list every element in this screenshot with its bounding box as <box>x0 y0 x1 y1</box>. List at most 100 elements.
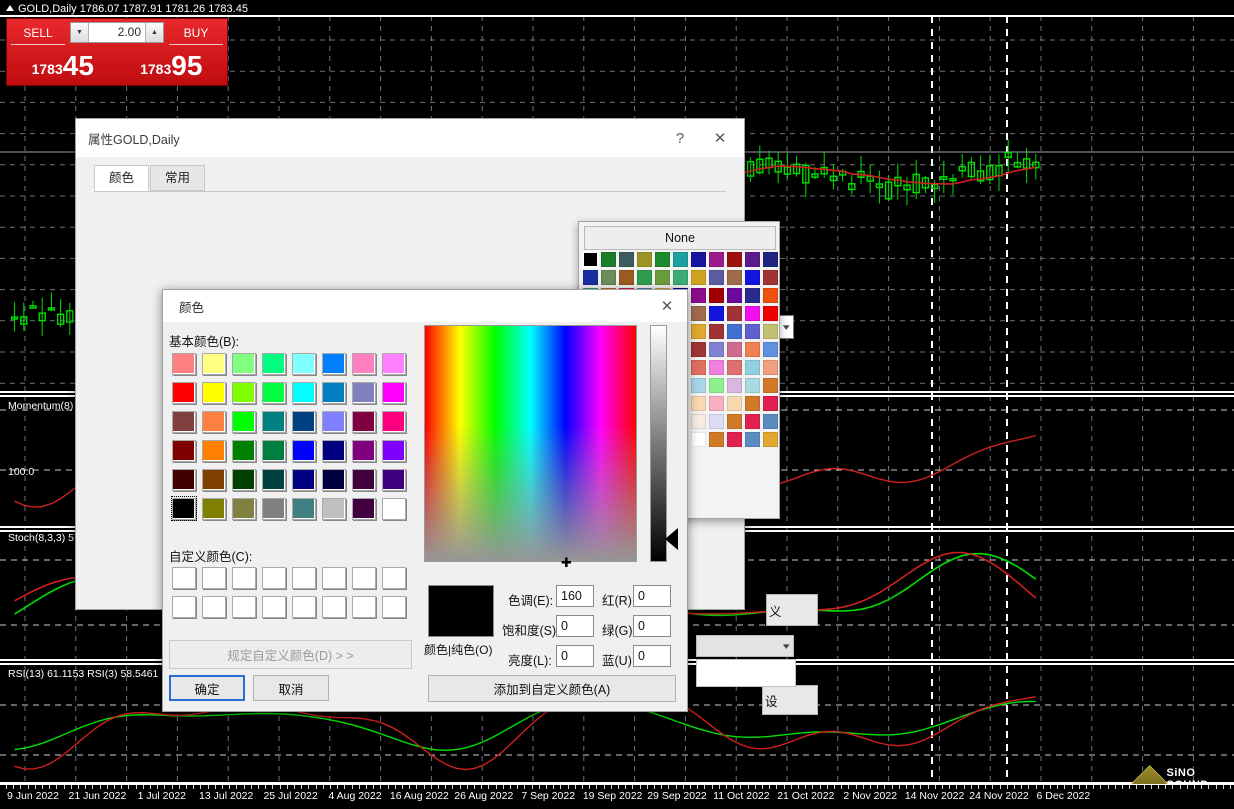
basic-color-swatch[interactable] <box>289 436 319 465</box>
palette-swatch[interactable] <box>745 288 760 303</box>
partial-field[interactable] <box>696 659 796 687</box>
palette-swatch[interactable] <box>745 252 760 267</box>
green-input[interactable]: 0 <box>633 615 671 637</box>
basic-color-swatch[interactable] <box>259 494 289 523</box>
palette-swatch[interactable] <box>637 252 652 267</box>
custom-color-swatch[interactable] <box>199 563 229 592</box>
basic-color-swatch[interactable] <box>259 378 289 407</box>
custom-color-swatch[interactable] <box>289 592 319 621</box>
volume-increase-icon[interactable]: ▲ <box>145 23 163 42</box>
palette-swatch[interactable] <box>727 378 742 393</box>
tab-colors[interactable]: 颜色 <box>94 165 150 191</box>
palette-swatch[interactable] <box>727 324 742 339</box>
palette-swatch[interactable] <box>709 396 724 411</box>
basic-color-swatch[interactable] <box>259 436 289 465</box>
basic-color-swatch[interactable] <box>169 494 199 523</box>
basic-color-swatch[interactable] <box>319 494 349 523</box>
palette-swatch[interactable] <box>745 414 760 429</box>
basic-color-swatch[interactable] <box>349 407 379 436</box>
basic-color-swatch[interactable] <box>319 465 349 494</box>
basic-color-swatch[interactable] <box>379 378 409 407</box>
palette-swatch[interactable] <box>727 252 742 267</box>
ok-button[interactable]: 确定 <box>169 675 245 701</box>
basic-color-swatch[interactable] <box>229 407 259 436</box>
basic-color-swatch[interactable] <box>199 465 229 494</box>
basic-color-swatch[interactable] <box>199 349 229 378</box>
sell-button[interactable]: SELL <box>11 22 65 45</box>
custom-color-swatch[interactable] <box>349 563 379 592</box>
palette-swatch[interactable] <box>583 270 598 285</box>
close-icon[interactable]: ✕ <box>647 291 687 321</box>
basic-color-swatch[interactable] <box>229 436 259 465</box>
basic-color-swatch[interactable] <box>379 465 409 494</box>
basic-color-swatch[interactable] <box>259 465 289 494</box>
custom-color-swatch[interactable] <box>259 592 289 621</box>
custom-color-swatch[interactable] <box>169 563 199 592</box>
palette-swatch[interactable] <box>601 270 616 285</box>
basic-color-swatch[interactable] <box>349 465 379 494</box>
palette-swatch[interactable] <box>601 252 616 267</box>
custom-colors-grid[interactable] <box>169 563 409 621</box>
buy-button[interactable]: BUY <box>169 22 223 45</box>
custom-color-swatch[interactable] <box>169 592 199 621</box>
buy-price[interactable]: 1783 95 <box>120 47 224 82</box>
basic-color-swatch[interactable] <box>169 378 199 407</box>
properties-titlebar[interactable]: 属性GOLD,Daily ? ✕ <box>76 119 744 157</box>
palette-swatch[interactable] <box>727 432 742 447</box>
basic-color-swatch[interactable] <box>199 494 229 523</box>
basic-color-swatch[interactable] <box>349 349 379 378</box>
palette-swatch[interactable] <box>763 414 778 429</box>
palette-swatch[interactable] <box>745 306 760 321</box>
palette-swatch[interactable] <box>727 270 742 285</box>
palette-swatch[interactable] <box>763 432 778 447</box>
palette-swatch[interactable] <box>709 306 724 321</box>
palette-swatch[interactable] <box>691 342 706 357</box>
palette-swatch[interactable] <box>691 252 706 267</box>
palette-swatch[interactable] <box>655 270 670 285</box>
red-input[interactable]: 0 <box>633 585 671 607</box>
palette-swatch[interactable] <box>691 414 706 429</box>
basic-color-swatch[interactable] <box>319 378 349 407</box>
palette-swatch[interactable] <box>691 378 706 393</box>
basic-color-swatch[interactable] <box>319 436 349 465</box>
volume-decrease-icon[interactable]: ▼ <box>71 23 89 42</box>
basic-color-swatch[interactable] <box>169 349 199 378</box>
basic-color-swatch[interactable] <box>289 465 319 494</box>
luminance-input[interactable]: 0 <box>556 645 594 667</box>
palette-none-button[interactable]: None <box>584 226 776 250</box>
custom-color-swatch[interactable] <box>229 592 259 621</box>
hue-input[interactable]: 160 <box>556 585 594 607</box>
custom-color-swatch[interactable] <box>259 563 289 592</box>
palette-swatch[interactable] <box>709 288 724 303</box>
volume-stepper[interactable]: ▼ 2.00 ▲ <box>70 22 164 43</box>
palette-swatch[interactable] <box>745 270 760 285</box>
basic-color-swatch[interactable] <box>169 436 199 465</box>
custom-color-swatch[interactable] <box>349 592 379 621</box>
basic-color-swatch[interactable] <box>229 465 259 494</box>
define-custom-colors-button[interactable]: 规定自定义颜色(D) > > <box>169 640 412 669</box>
palette-swatch[interactable] <box>763 270 778 285</box>
palette-swatch[interactable] <box>709 270 724 285</box>
basic-colors-grid[interactable] <box>169 349 409 523</box>
add-to-custom-colors-button[interactable]: 添加到自定义颜色(A) <box>428 675 676 702</box>
palette-swatch[interactable] <box>691 306 706 321</box>
custom-color-swatch[interactable] <box>229 563 259 592</box>
palette-swatch[interactable] <box>763 288 778 303</box>
basic-color-swatch[interactable] <box>259 407 289 436</box>
help-icon[interactable]: ? <box>660 123 700 153</box>
palette-swatch[interactable] <box>745 396 760 411</box>
basic-color-swatch[interactable] <box>229 378 259 407</box>
sell-price[interactable]: 1783 45 <box>11 47 115 82</box>
palette-swatch[interactable] <box>691 324 706 339</box>
palette-swatch[interactable] <box>691 396 706 411</box>
basic-color-swatch[interactable] <box>289 349 319 378</box>
palette-swatch[interactable] <box>727 306 742 321</box>
blue-input[interactable]: 0 <box>633 645 671 667</box>
palette-swatch[interactable] <box>727 288 742 303</box>
palette-swatch[interactable] <box>763 378 778 393</box>
palette-swatch[interactable] <box>727 396 742 411</box>
custom-color-swatch[interactable] <box>379 592 409 621</box>
palette-swatch[interactable] <box>745 432 760 447</box>
palette-swatch[interactable] <box>709 378 724 393</box>
basic-color-swatch[interactable] <box>199 378 229 407</box>
